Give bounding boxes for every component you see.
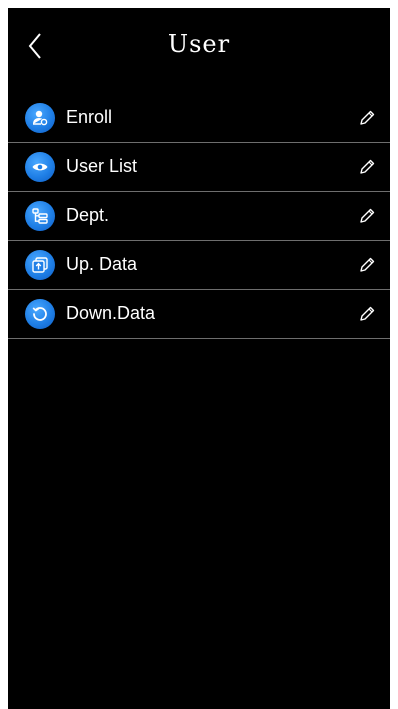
user-add-icon (25, 103, 55, 133)
user-screen: User Enroll User List Dept. Up. Data Dow… (8, 8, 390, 709)
menu-item-enroll[interactable]: Enroll (8, 94, 390, 143)
pencil-icon[interactable] (358, 305, 376, 323)
pencil-icon[interactable] (358, 207, 376, 225)
menu-item-label: Enroll (66, 107, 113, 127)
user-menu: Enroll User List Dept. Up. Data Down.Dat… (8, 94, 390, 339)
page-title: User (167, 30, 231, 58)
eye-icon (25, 152, 55, 182)
menu-item-label: Dept. (66, 205, 110, 225)
pencil-icon[interactable] (358, 158, 376, 176)
pencil-icon[interactable] (358, 256, 376, 274)
menu-item-user-list[interactable]: User List (8, 143, 390, 192)
header: User (8, 8, 390, 88)
menu-item-dept[interactable]: Dept. (8, 192, 390, 241)
refresh-download-icon (25, 299, 55, 329)
pencil-icon[interactable] (358, 109, 376, 127)
org-tree-icon (25, 201, 55, 231)
menu-item-up-data[interactable]: Up. Data (8, 241, 390, 290)
menu-item-label: Up. Data (66, 254, 138, 274)
menu-item-label: Down.Data (66, 303, 156, 323)
menu-item-label: User List (66, 156, 138, 176)
upload-data-icon (25, 250, 55, 280)
menu-item-down-data[interactable]: Down.Data (8, 290, 390, 339)
